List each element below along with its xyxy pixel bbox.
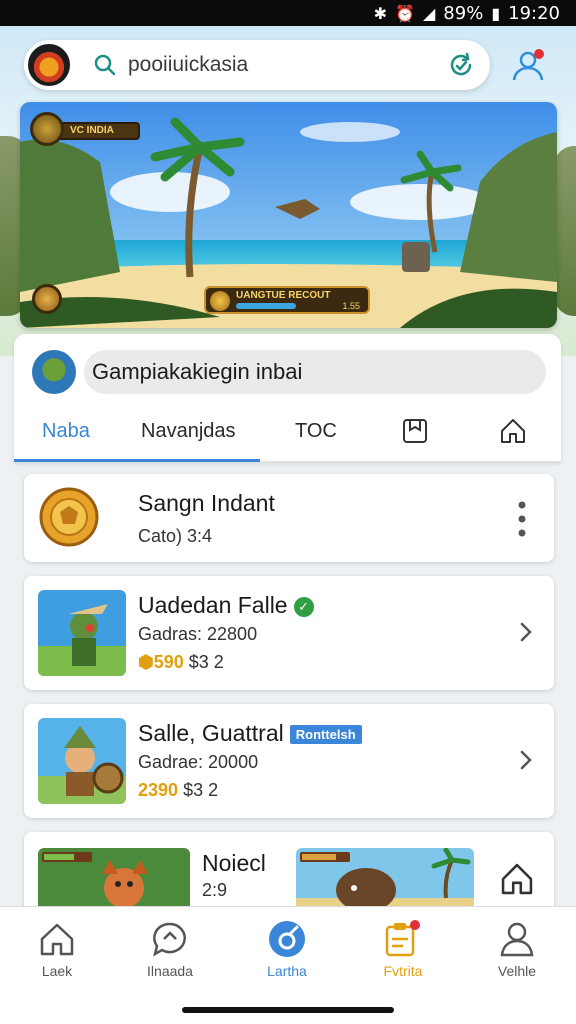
coin-emblem-icon xyxy=(39,487,99,547)
clock: 19:20 xyxy=(508,2,560,24)
game-banner[interactable]: VC INDIA UANGTUE RECOUT 1.55 xyxy=(20,102,557,328)
tab-home-icon[interactable] xyxy=(498,416,528,446)
clipboard-icon xyxy=(385,920,420,957)
hud-progress-value: 1.55 xyxy=(342,301,360,311)
home-icon xyxy=(40,923,74,956)
item-price-row: 2390 $3 2 xyxy=(138,780,218,801)
list-item[interactable]: Sangn Indant Cato) 3:4 xyxy=(24,474,554,562)
search-bar[interactable]: pooiiuickasia xyxy=(24,40,490,90)
tab-toc[interactable]: TOC xyxy=(295,420,337,443)
item-price: 590 xyxy=(153,652,184,672)
item-extra: $3 2 xyxy=(188,652,224,672)
item-subtitle: Gadras: 22800 xyxy=(138,624,258,644)
nav-label: Lartha xyxy=(267,963,307,979)
game-profile-panel: Gampiakakiegin inbai Naba Navanjdas TOC xyxy=(14,334,561,462)
compass-icon xyxy=(269,921,305,957)
item-title: Sangn Indant xyxy=(138,490,275,516)
hud-gold-icon xyxy=(210,291,230,311)
list-item[interactable]: Uadedan Falle ✓ Gadras: 22800 ⬢590 $3 2 xyxy=(24,576,554,690)
item-extra: $3 2 xyxy=(183,780,219,800)
verified-icon: ✓ xyxy=(293,596,314,617)
game-thumbnail xyxy=(38,718,126,804)
hud-progress-label: UANGTUE RECOUT xyxy=(236,290,331,301)
game-name-field[interactable]: Gampiakakiegin inbai xyxy=(84,350,546,394)
tab-navanjdas[interactable]: Navanjdas xyxy=(141,420,236,443)
chat-icon xyxy=(153,922,186,957)
item-title: Salle, Guattral xyxy=(138,720,284,746)
list-item[interactable]: Salle, Guattral Ronttelsh Gadrae: 20000 2… xyxy=(24,704,554,818)
search-icon xyxy=(94,54,116,76)
gold-coin-icon: ⬢ xyxy=(138,652,154,672)
item-subtitle: 2:9 xyxy=(202,880,228,900)
more-options-icon[interactable] xyxy=(516,500,528,538)
item-title-row: Uadedan Falle ✓ xyxy=(138,592,314,619)
nav-label: Laek xyxy=(41,963,73,979)
nav-label: Ilnaada xyxy=(147,963,193,979)
item-title: Uadedan Falle xyxy=(138,592,288,618)
nav-explore[interactable]: Lartha xyxy=(242,919,332,979)
item-subtitle: Cato) 3:4 xyxy=(138,526,213,546)
item-title-row: Salle, Guattral Ronttelsh xyxy=(138,720,362,747)
nav-label: Velhle xyxy=(497,963,537,979)
nav-label: Fvtrita xyxy=(383,963,423,979)
nav-tasks[interactable]: Fvtrita xyxy=(358,919,448,979)
home-icon[interactable] xyxy=(498,860,536,898)
alarm-icon: ⏰ xyxy=(395,3,415,23)
item-subtitle: Gadrae: 20000 xyxy=(138,752,259,772)
tab-naba[interactable]: Naba xyxy=(42,420,90,443)
game-thumbnail xyxy=(38,590,126,676)
battery-icon: ▮ xyxy=(491,3,501,23)
signal-icon: ◢ xyxy=(422,3,436,23)
hud-progress-fill xyxy=(236,303,296,309)
item-tag: Ronttelsh xyxy=(289,725,362,745)
tab-bar: Naba Navanjdas TOC xyxy=(14,410,561,462)
item-price: 2390 xyxy=(138,780,179,800)
active-tab-indicator xyxy=(14,459,260,462)
game-avatar[interactable] xyxy=(32,350,76,394)
search-input[interactable]: pooiiuickasia xyxy=(128,53,446,77)
status-bar: ✱ ⏰ ◢ 89% ▮ 19:20 xyxy=(0,0,576,26)
chevron-right-icon[interactable] xyxy=(516,746,536,774)
tab-bookmark-icon[interactable] xyxy=(400,416,430,446)
nav-profile[interactable]: Velhle xyxy=(472,919,562,979)
app-logo-avatar[interactable] xyxy=(26,42,72,88)
bluetooth-icon: ✱ xyxy=(373,3,388,23)
nav-chat[interactable]: Ilnaada xyxy=(125,919,215,979)
hud-coin-icon xyxy=(30,112,64,146)
cliff-right xyxy=(554,146,576,316)
item-title: Noiecl xyxy=(202,850,266,876)
home-indicator[interactable] xyxy=(182,1007,394,1013)
chevron-right-icon[interactable] xyxy=(516,618,536,646)
hud-level-badge: VC INDIA xyxy=(30,112,140,146)
item-price-row: ⬢590 $3 2 xyxy=(138,652,224,673)
hud-level-label: VC INDIA xyxy=(56,122,140,140)
battery-level: 89% xyxy=(443,2,484,24)
user-notification-icon[interactable] xyxy=(508,44,552,88)
nav-home[interactable]: Laek xyxy=(12,919,102,979)
refresh-icon[interactable] xyxy=(446,50,476,80)
hud-shield-icon[interactable] xyxy=(32,284,62,314)
user-icon xyxy=(500,922,534,957)
hud-progress-bar: UANGTUE RECOUT 1.55 xyxy=(204,286,370,314)
